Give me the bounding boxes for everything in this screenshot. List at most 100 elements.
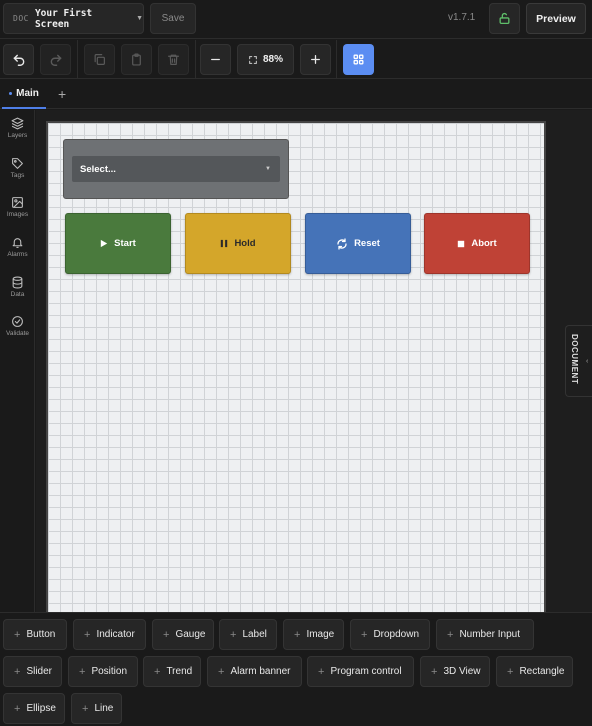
toolbar-divider (195, 40, 196, 79)
check-circle-icon (12, 316, 23, 327)
toolbar-divider (336, 40, 337, 79)
screen-tabs: Main + (0, 80, 592, 109)
document-panel-label: DOCUMENT (570, 334, 579, 385)
palette-item-gauge[interactable]: + Gauge (152, 619, 214, 650)
layers-icon (11, 117, 24, 130)
palette-item-program-control[interactable]: + Program control (307, 656, 414, 687)
grid-toggle-button[interactable] (343, 44, 374, 75)
sidebar-item-label: Alarms (7, 251, 28, 258)
reset-label: Reset (354, 238, 380, 249)
bell-icon (12, 238, 23, 248)
preview-button[interactable]: Preview (526, 3, 586, 34)
copy-button[interactable] (84, 44, 115, 75)
palette-item-label: Slider (26, 666, 53, 677)
tab-label: Main (16, 88, 39, 99)
palette-item-label: Position (91, 666, 128, 677)
palette-item-label: Trend (166, 666, 193, 677)
plus-icon: + (82, 702, 89, 715)
palette-item-label: Gauge (175, 629, 206, 640)
plus-icon: + (163, 628, 170, 641)
plus-icon: + (154, 665, 161, 678)
palette-item-position[interactable]: + Position (68, 656, 138, 687)
redo-icon (50, 54, 61, 66)
lock-button[interactable] (489, 3, 520, 34)
plus-icon: + (318, 665, 325, 678)
sidebar-item-label: Validate (5, 330, 29, 337)
abort-button[interactable]: Abort (424, 213, 530, 274)
sidebar-item-alarms[interactable]: Alarms (0, 236, 35, 258)
palette-item-dropdown[interactable]: + Dropdown (350, 619, 430, 650)
palette-item-label: Dropdown (373, 629, 420, 640)
sidebar-item-images[interactable]: Images (0, 196, 35, 218)
plus-icon: + (218, 665, 225, 678)
hold-button[interactable]: Hold (185, 213, 291, 274)
canvas-area: Select... ▼ Start Hold Reset Abort (36, 110, 592, 612)
palette-item-label[interactable]: + Label (219, 619, 277, 650)
sidebar-item-validate[interactable]: Validate (0, 315, 35, 337)
palette-item-label: Ellipse (26, 703, 56, 714)
palette-item-label: Label (242, 629, 267, 640)
save-button[interactable]: Save (150, 3, 196, 34)
palette-item-trend[interactable]: + Trend (143, 656, 201, 687)
palette-item-label: Alarm banner (230, 666, 291, 677)
plus-icon: + (14, 628, 21, 641)
paste-button[interactable] (121, 44, 152, 75)
database-icon (12, 276, 23, 289)
palette-item-label: Line (94, 703, 114, 714)
start-button[interactable]: Start (65, 213, 171, 274)
sidebar-item-tags[interactable]: Tags (0, 157, 35, 179)
toolbar-divider (77, 40, 78, 79)
chevron-left-icon: ‹ (586, 358, 589, 365)
palette-item-number-input[interactable]: + Number Input (436, 619, 534, 650)
palette-item-ellipse[interactable]: + Ellipse (3, 693, 65, 724)
fit-screen-icon (249, 55, 257, 64)
zoom-out-button[interactable] (200, 44, 231, 75)
redo-button[interactable] (40, 44, 71, 75)
zoom-fit-button[interactable]: 88% (237, 44, 294, 75)
palette-item-rectangle[interactable]: + Rectangle (496, 656, 573, 687)
version-label: v1.7.1 (448, 12, 476, 23)
plus-icon: + (507, 665, 514, 678)
plus-icon: + (14, 665, 21, 678)
plus-icon (311, 55, 320, 64)
image-icon (12, 197, 23, 208)
reset-button[interactable]: Reset (305, 213, 411, 274)
active-dot (9, 92, 13, 95)
select-dropdown[interactable]: Select... ▼ (72, 156, 280, 182)
zoom-in-button[interactable] (300, 44, 331, 75)
palette-item-alarm-banner[interactable]: + Alarm banner (207, 656, 302, 687)
palette-item-button[interactable]: + Button (3, 619, 67, 650)
sidebar-item-label: Tags (10, 172, 25, 179)
delete-button[interactable] (158, 44, 189, 75)
document-title: Your First Screen (34, 7, 93, 30)
palette-item-label: Rectangle (519, 666, 565, 677)
chevron-down-icon: ▼ (136, 15, 143, 22)
tab-main[interactable]: Main (2, 80, 46, 109)
palette-item-line[interactable]: + Line (71, 693, 122, 724)
doc-tag: DOC (13, 14, 29, 23)
add-tab-icon[interactable]: + (58, 86, 66, 102)
palette-item-indicator[interactable]: + Indicator (73, 619, 146, 650)
refresh-icon (337, 237, 347, 250)
hold-label: Hold (234, 238, 256, 249)
palette-item-slider[interactable]: + Slider (3, 656, 62, 687)
sidebar-item-data[interactable]: Data (0, 276, 35, 298)
zoom-level: 88% (262, 54, 283, 65)
plus-icon: + (230, 628, 237, 641)
undo-button[interactable] (3, 44, 34, 75)
plus-icon: + (84, 628, 91, 641)
document-selector[interactable]: DOC Your First Screen ▼ (3, 3, 144, 34)
unlock-icon (499, 12, 510, 25)
sidebar-item-label: Images (6, 211, 29, 218)
design-canvas[interactable]: Select... ▼ Start Hold Reset Abort (46, 121, 546, 612)
left-sidebar: Layers Tags Images Alarms Data Validate (0, 110, 35, 612)
abort-label: Abort (471, 238, 497, 249)
dropdown-widget[interactable]: Select... ▼ (63, 139, 289, 199)
palette-item-image[interactable]: + Image (283, 619, 344, 650)
plus-icon: + (79, 665, 86, 678)
document-panel-toggle[interactable]: DOCUMENT ‹ (565, 325, 592, 397)
palette-item-3d-view[interactable]: +3D View (420, 656, 490, 687)
dropdown-placeholder: Select... (80, 163, 116, 175)
sidebar-item-layers[interactable]: Layers (0, 117, 35, 139)
trash-icon (168, 54, 179, 65)
